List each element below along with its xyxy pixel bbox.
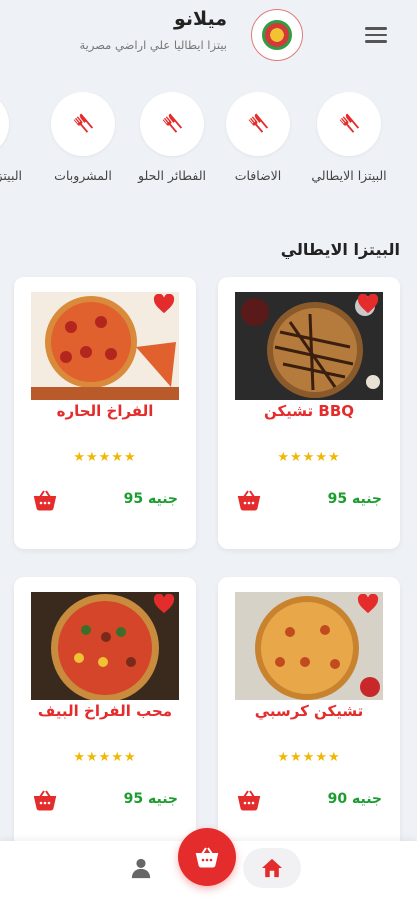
product-name: تشيكن BBQ (263, 402, 355, 420)
home-nav-button[interactable] (243, 848, 301, 888)
product-image (235, 292, 383, 400)
brand-subtitle: بيتزا ايطاليا علي اراضي مصرية (79, 38, 227, 52)
favorite-heart-icon[interactable] (153, 594, 175, 614)
hamburger-menu-icon[interactable] (365, 27, 387, 45)
rating-stars: ★★★★★ (277, 750, 341, 765)
category-label: الفطائر الحلو (138, 168, 206, 183)
fork-knife-icon (73, 113, 94, 133)
add-to-cart-basket-icon[interactable] (33, 488, 57, 512)
product-card[interactable]: الفراخ الحاره ★★★★★ 95 جنيه (14, 277, 196, 549)
cart-icon (195, 847, 219, 868)
favorite-heart-icon[interactable] (153, 294, 175, 314)
category-partial[interactable]: البيتزا (0, 92, 22, 183)
categories-scroller[interactable]: البيتزا الايطالي الاضافات الفطائر الحلو … (0, 92, 417, 192)
add-to-cart-basket-icon[interactable] (33, 788, 57, 812)
product-name: محب الفراخ البيف (37, 702, 173, 720)
product-price: 95 جنيه (327, 491, 382, 507)
add-to-cart-basket-icon[interactable] (237, 788, 261, 812)
product-price: 95 جنيه (123, 791, 178, 807)
product-image (31, 592, 179, 700)
product-price: 90 جنيه (327, 791, 382, 807)
rating-stars: ★★★★★ (73, 750, 137, 765)
brand-title: ميلانو (174, 8, 227, 30)
category-sweet-pies[interactable]: الفطائر الحلو (127, 92, 217, 183)
cart-fab-button[interactable] (178, 828, 236, 886)
favorite-heart-icon[interactable] (357, 594, 379, 614)
fork-knife-icon (248, 113, 269, 133)
category-drinks[interactable]: المشروبات (38, 92, 128, 183)
section-title: البيتزا الايطالي (280, 240, 400, 259)
app-header: ميلانو بيتزا ايطاليا علي اراضي مصرية (0, 0, 417, 80)
product-image (235, 592, 383, 700)
add-to-cart-basket-icon[interactable] (237, 488, 261, 512)
product-image (31, 292, 179, 400)
user-icon[interactable] (130, 856, 152, 880)
category-label: البيتزا (0, 168, 22, 183)
product-name: تشيكن كرسبي (254, 702, 364, 720)
product-card[interactable]: تشيكن BBQ ★★★★★ 95 جنيه (218, 277, 400, 549)
category-label: الاضافات (234, 168, 282, 183)
home-icon (262, 858, 282, 878)
favorite-heart-icon[interactable] (357, 294, 379, 314)
product-card[interactable]: تشيكن كرسبي ★★★★★ 90 جنيه (218, 577, 400, 849)
product-card[interactable]: محب الفراخ البيف ★★★★★ 95 جنيه (14, 577, 196, 849)
fork-knife-icon (162, 113, 183, 133)
rating-stars: ★★★★★ (277, 450, 341, 465)
category-label: البيتزا الايطالي (311, 168, 387, 183)
rating-stars: ★★★★★ (73, 450, 137, 465)
category-additions[interactable]: الاضافات (213, 92, 303, 183)
category-italian-pizza[interactable]: البيتزا الايطالي (304, 92, 394, 183)
pizza-logo-icon (251, 9, 303, 61)
product-name: الفراخ الحاره (56, 402, 154, 420)
fork-knife-icon (339, 113, 360, 133)
product-price: 95 جنيه (123, 491, 178, 507)
category-label: المشروبات (54, 168, 112, 183)
